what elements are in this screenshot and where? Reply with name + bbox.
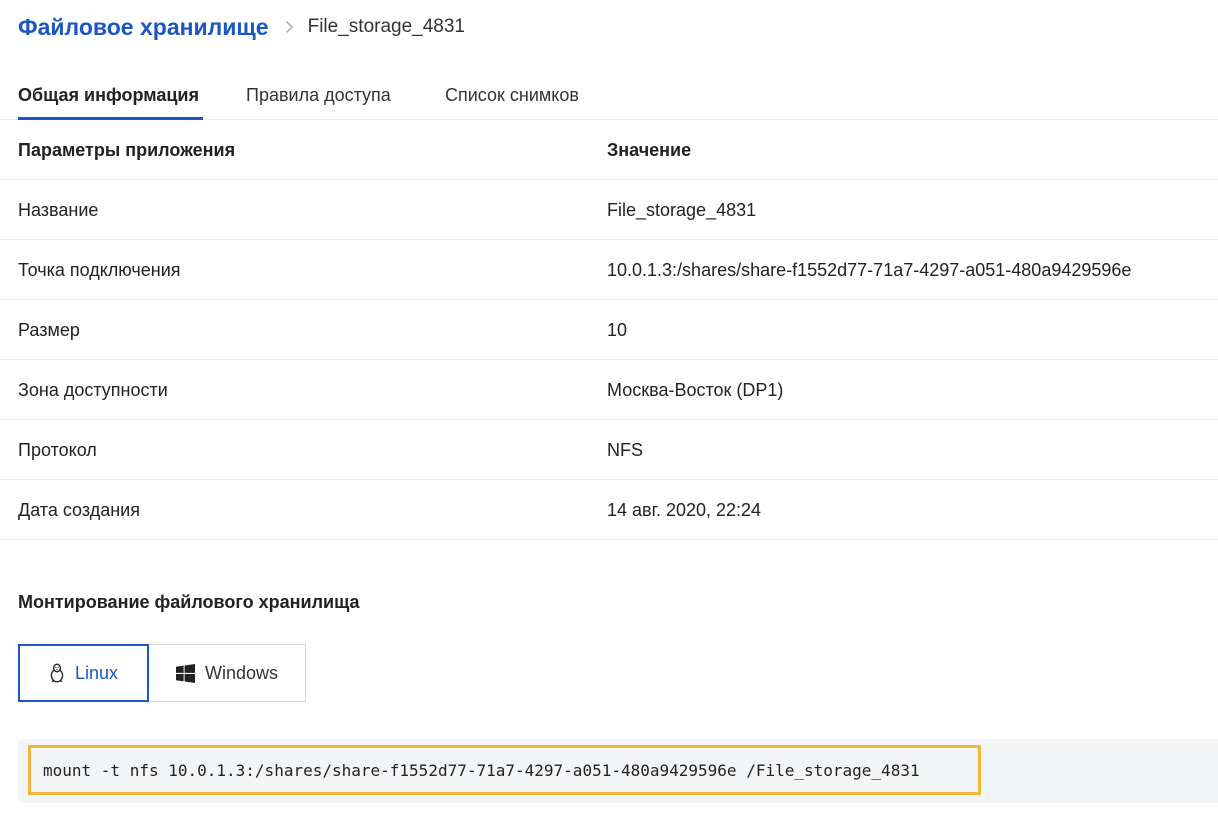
linux-penguin-icon [49, 663, 65, 683]
mount-section-title: Монтирование файлового хранилища [18, 592, 360, 612]
command-panel: mount -t nfs 10.0.1.3:/shares/share-f155… [18, 739, 1218, 803]
windows-logo-icon [175, 663, 195, 683]
linux-option-button[interactable]: Linux [18, 644, 149, 702]
tab-general-info[interactable]: Общая информация [18, 72, 203, 120]
table-header-row: Параметры приложения Значение [0, 120, 1218, 180]
row-label: Точка подключения [18, 260, 181, 280]
row-label: Протокол [18, 440, 97, 460]
row-value: NFS [607, 440, 643, 460]
row-label: Дата создания [18, 500, 140, 520]
table-row: Протокол NFS [0, 420, 1218, 480]
table-row: Зона доступности Москва-Восток (DP1) [0, 360, 1218, 420]
table-row: Название File_storage_4831 [0, 180, 1218, 240]
mount-command[interactable]: mount -t nfs 10.0.1.3:/shares/share-f155… [28, 745, 981, 795]
table-row: Точка подключения 10.0.1.3:/shares/share… [0, 240, 1218, 300]
tab-bar: Общая информация Правила доступа Список … [0, 72, 1218, 120]
tab-snapshots[interactable]: Список снимков [445, 72, 579, 120]
breadcrumb: Файловое хранилище File_storage_4831 [18, 10, 465, 44]
table-row: Размер 10 [0, 300, 1218, 360]
windows-option-button[interactable]: Windows [149, 644, 306, 702]
properties-table: Параметры приложения Значение Название F… [0, 120, 1218, 540]
os-switch: Linux Windows [18, 644, 306, 702]
row-value: File_storage_4831 [607, 200, 757, 220]
breadcrumb-root-link[interactable]: Файловое хранилище [18, 14, 269, 41]
table-row: Дата создания 14 авг. 2020, 22:24 [0, 480, 1218, 540]
row-value: 14 авг. 2020, 22:24 [607, 500, 762, 520]
row-value: Москва-Восток (DP1) [607, 380, 784, 400]
linux-option-label: Linux [74, 662, 119, 683]
breadcrumb-current: File_storage_4831 [307, 16, 465, 37]
row-label: Название [18, 200, 99, 220]
row-value: 10.0.1.3:/shares/share-f1552d77-71a7-429… [607, 260, 1132, 280]
row-label: Зона доступности [18, 380, 168, 400]
windows-option-label: Windows [204, 662, 279, 683]
column-header-parameter: Параметры приложения [18, 140, 236, 160]
chevron-right-icon [285, 20, 294, 34]
column-header-value: Значение [607, 140, 692, 160]
tab-access-rules[interactable]: Правила доступа [246, 72, 391, 120]
row-value: 10 [607, 320, 628, 340]
row-label: Размер [18, 320, 80, 340]
